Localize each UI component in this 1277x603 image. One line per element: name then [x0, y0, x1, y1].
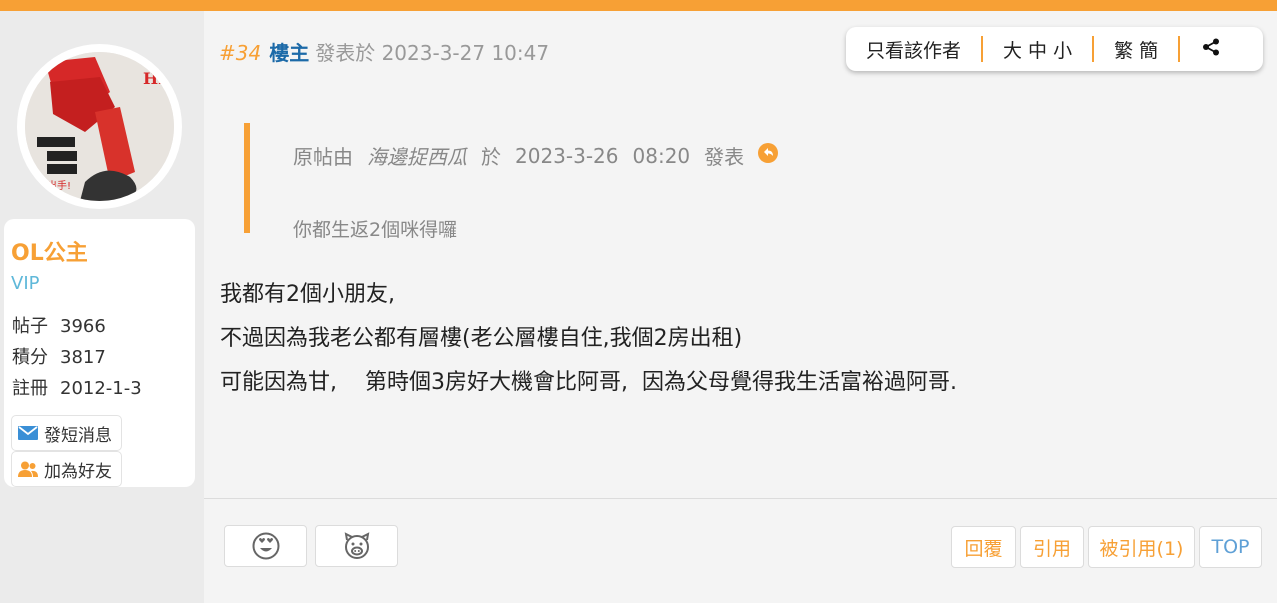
stat-value: 2012-1-3	[60, 378, 142, 399]
back-arrow-icon	[758, 143, 779, 163]
stat-label: 積分	[12, 347, 48, 368]
send-message-label: 發短消息	[44, 425, 112, 446]
quote-suffix: 發表	[704, 145, 745, 169]
stat-value: 3966	[60, 316, 106, 337]
content-line: 我都有2個小朋友,	[220, 282, 395, 307]
quote-block: 原帖由 海邊捉西瓜 於 2023-3-26 08:20 發表 你都生返2個咪得囉	[244, 123, 844, 241]
avatar[interactable]: HI 央出手!	[25, 52, 174, 201]
posted-prefix: 發表於	[315, 41, 376, 65]
avatar-caption: 央出手!	[37, 179, 71, 192]
post-main: #34 樓主 發表於 2023-3-27 10:47 只看該作者 大 中 小 繁 簡…	[204, 11, 1277, 603]
avatar-frame: HI 央出手!	[17, 44, 182, 209]
font-size-switch[interactable]: 大 中 小	[983, 36, 1092, 63]
share-icon	[1203, 38, 1220, 55]
op-badge: 樓主	[269, 41, 310, 65]
quote-body: 你都生返2個咪得囉	[293, 219, 458, 241]
heart-eyes-icon	[252, 532, 279, 560]
post-number[interactable]: #34	[219, 41, 261, 65]
top-accent-bar	[0, 0, 1277, 11]
post-tools: 只看該作者 大 中 小 繁 簡	[846, 27, 1263, 71]
share-button[interactable]	[1180, 38, 1238, 61]
quote-at: 於	[481, 145, 501, 169]
svg-text:HI: HI	[143, 69, 166, 88]
post-timestamp: 2023-3-27 10:47	[381, 41, 550, 65]
reaction-pig-button[interactable]	[315, 525, 398, 567]
post-header: #34 樓主 發表於 2023-3-27 10:47	[219, 37, 549, 66]
quote-date: 2023-3-26	[515, 143, 619, 168]
content-line: 不過因為我老公都有層樓(老公層樓自住,我個2房出租)	[220, 326, 743, 351]
author-sidebar: HI 央出手! OL公主 VIP 帖子 3966 積分 3817 註冊 2012-1-…	[0, 11, 204, 603]
stat-registered: 註冊 2012-1-3	[12, 374, 142, 400]
quoted-by-button[interactable]: 被引用(1)	[1088, 526, 1195, 568]
stat-label: 註冊	[12, 378, 48, 399]
user-group: VIP	[11, 273, 40, 294]
username[interactable]: OL公主	[11, 235, 88, 267]
quote-time: 08:20	[632, 143, 691, 168]
stat-points: 積分 3817	[12, 343, 106, 369]
quote-button[interactable]: 引用	[1020, 526, 1084, 568]
add-friend-icon	[18, 461, 38, 477]
add-friend-button[interactable]: 加為好友	[11, 451, 122, 487]
reaction-love-button[interactable]	[224, 525, 307, 567]
mail-icon	[18, 426, 38, 440]
jump-to-quote-button[interactable]	[758, 143, 779, 168]
stat-label: 帖子	[12, 316, 48, 337]
post-divider	[204, 498, 1277, 499]
stat-posts: 帖子 3966	[12, 312, 106, 338]
reply-button[interactable]: 回覆	[951, 526, 1016, 568]
quote-prefix: 原帖由	[293, 145, 353, 169]
quote-author[interactable]: 海邊捉西瓜	[367, 141, 467, 170]
back-to-top-button[interactable]: TOP	[1199, 526, 1262, 568]
send-message-button[interactable]: 發短消息	[11, 415, 122, 451]
only-author-link[interactable]: 只看該作者	[846, 36, 981, 63]
add-friend-label: 加為好友	[44, 461, 112, 482]
pig-face-icon	[344, 532, 369, 559]
script-switch[interactable]: 繁 簡	[1094, 36, 1178, 63]
post-content: 我都有2個小朋友, 不過因為我老公都有層樓(老公層樓自住,我個2房出租) 可能因為甘…	[220, 273, 957, 405]
content-line: 可能因為甘, 第時個3房好大機會比阿哥, 因為父母覺得我生活富裕過阿哥.	[220, 370, 957, 395]
stat-value: 3817	[60, 347, 106, 368]
user-card: OL公主 VIP 帖子 3966 積分 3817 註冊 2012-1-3 發短消息 加…	[4, 219, 195, 487]
quote-meta: 原帖由 海邊捉西瓜 於 2023-3-26 08:20 發表	[293, 141, 779, 170]
